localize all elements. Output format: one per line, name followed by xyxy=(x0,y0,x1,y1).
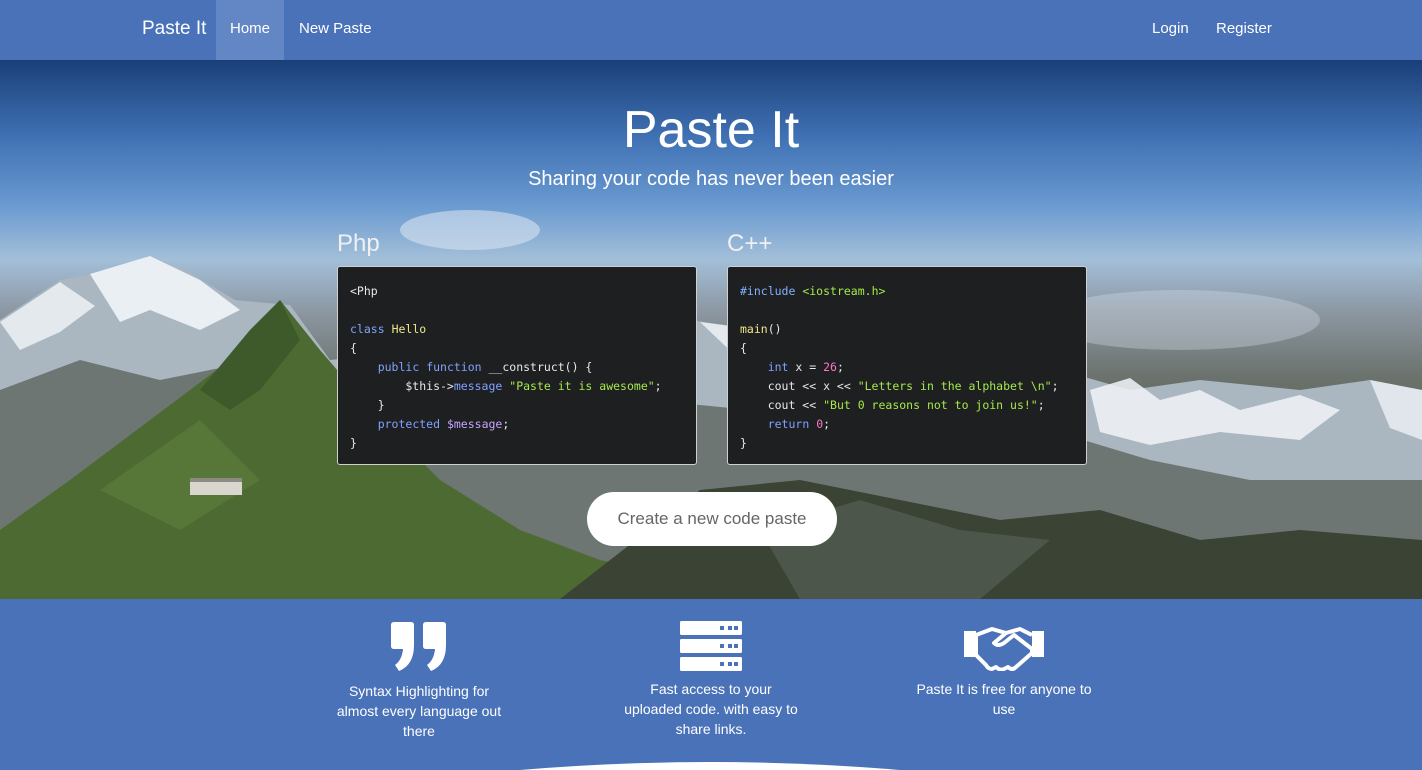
nav-register[interactable]: Register xyxy=(1216,0,1272,60)
code-line: <Php xyxy=(350,284,378,298)
feature-fast-access-text: Fast access to your uploaded code. with … xyxy=(624,681,798,737)
nav-new-paste[interactable]: New Paste xyxy=(299,0,372,60)
code-line: class Hello xyxy=(350,322,427,336)
code-line: { xyxy=(350,341,357,355)
php-label: Php xyxy=(337,230,380,257)
navbar: Paste It Home New Paste Login Register xyxy=(0,0,1422,60)
code-line: return 0; xyxy=(767,417,831,431)
hero-subtitle: Sharing your code has never been easier xyxy=(528,168,894,190)
quote-icon xyxy=(391,622,446,671)
handshake-icon xyxy=(964,627,1044,671)
code-line: cout << x << "Letters in the alphabet \n… xyxy=(740,379,1059,393)
cpp-label: C++ xyxy=(727,230,773,257)
server-icon xyxy=(680,621,742,671)
code-line: $this->message "Paste it is awesome"; xyxy=(350,379,662,393)
features-section: Syntax Highlighting for almost every lan… xyxy=(0,599,1422,770)
feature-syntax-text: Syntax Highlighting for almost every lan… xyxy=(336,683,502,739)
code-line: } xyxy=(350,436,357,450)
code-line: cout << "But 0 reasons not to join us!"; xyxy=(740,398,1045,412)
cpp-code-block: #include <iostream.h> main() { int x = 2… xyxy=(727,266,1087,465)
create-paste-button[interactable]: Create a new code paste xyxy=(587,492,837,546)
nav-login[interactable]: Login xyxy=(1152,0,1189,60)
code-line: protected $message; xyxy=(377,417,510,431)
code-line: main() xyxy=(740,322,782,336)
feature-syntax: Syntax Highlighting for almost every lan… xyxy=(329,621,509,741)
code-line: } xyxy=(350,398,385,412)
brand-logo[interactable]: Paste It xyxy=(142,18,206,40)
code-line: } xyxy=(740,436,747,450)
bottom-curve-divider xyxy=(520,762,900,770)
feature-free: Paste It is free for anyone to use xyxy=(914,621,1094,719)
php-code-block: <Php class Hello { public function __con… xyxy=(337,266,697,465)
code-line: int x = 26; xyxy=(767,360,844,374)
code-line: #include <iostream.h> xyxy=(740,284,886,298)
hero-section: Paste It Sharing your code has never bee… xyxy=(0,60,1422,599)
code-line: public function __construct() { xyxy=(377,360,593,374)
code-line: { xyxy=(740,341,747,355)
hero-title: Paste It xyxy=(622,101,800,159)
nav-home[interactable]: Home xyxy=(216,0,284,60)
feature-fast-access: Fast access to your uploaded code. with … xyxy=(621,621,801,739)
feature-free-text: Paste It is free for anyone to use xyxy=(916,681,1092,717)
